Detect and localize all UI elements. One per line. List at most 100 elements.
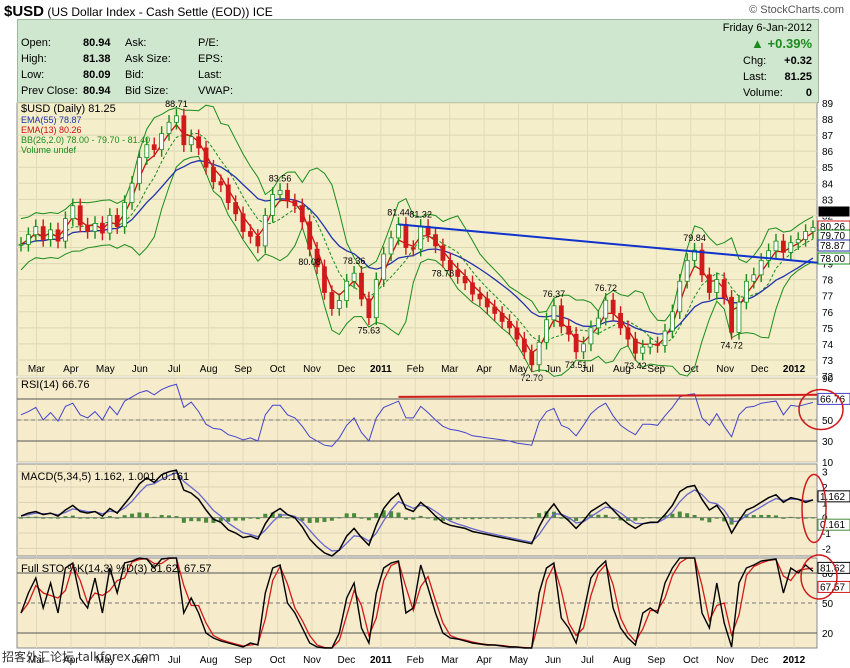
chart-canvas: 727374757677787980818283848586878889MarM… [16, 99, 850, 666]
macd-histogram-bar [677, 511, 682, 518]
last-value-label: 78.87 [820, 241, 845, 252]
price-candle [100, 223, 105, 234]
price-candle [758, 259, 764, 276]
price-x-tick: May [96, 364, 115, 375]
bottom-x-tick: 2012 [783, 655, 806, 666]
price-candle [618, 312, 623, 329]
price-candle [255, 235, 261, 247]
bottom-x-tick: Jul [168, 655, 181, 666]
macd-histogram-bar [19, 517, 23, 519]
price-candle [18, 243, 24, 246]
macd-histogram-bar [463, 517, 468, 519]
price-candle [388, 237, 394, 255]
price-candle [70, 205, 76, 220]
macd-histogram-bar [122, 515, 127, 518]
last-value-label: 78.00 [820, 254, 845, 265]
price-candle [48, 229, 54, 240]
macd-histogram-bar [811, 517, 815, 519]
macd-histogram-bar [403, 517, 408, 520]
bottom-x-tick: Feb [407, 655, 425, 666]
price-candle [640, 346, 646, 354]
rsi-y-tick: 50 [822, 416, 834, 427]
macd-histogram-bar [596, 514, 601, 518]
macd-histogram-bar [374, 512, 379, 518]
watermark: 招客外汇论坛 talkforex.com [2, 650, 161, 664]
macd-histogram-bar [56, 517, 61, 519]
price-x-tick: Dec [751, 364, 769, 375]
price-candle [322, 266, 327, 293]
price-point-label: 76.37 [543, 289, 566, 299]
price-candle [270, 194, 276, 216]
macd-histogram-bar [714, 517, 719, 519]
macd-histogram-bar [85, 517, 90, 519]
price-x-tick: Apr [476, 364, 492, 375]
price-candle [196, 136, 202, 149]
price-x-tick: Sep [234, 364, 252, 375]
price-candle [551, 305, 557, 321]
price-candle [507, 320, 512, 329]
macd-histogram-bar [248, 517, 253, 519]
price-candle [433, 234, 438, 247]
price-x-tick: Dec [338, 364, 356, 375]
bottom-x-tick: Nov [716, 655, 734, 666]
price-candle [77, 205, 83, 226]
macd-histogram-bar [529, 517, 534, 519]
macd-histogram-bar [344, 513, 349, 518]
price-candle [26, 234, 31, 245]
price-y-tick: 88 [822, 115, 834, 126]
macd-histogram-bar [640, 517, 645, 519]
price-y-tick: 86 [822, 147, 834, 158]
bottom-x-tick: Oct [683, 655, 699, 666]
macd-histogram-bar [396, 512, 401, 518]
macd-histogram-bar [33, 516, 38, 518]
macd-histogram-bar [426, 517, 431, 519]
macd-histogram-bar [796, 517, 801, 519]
macd-histogram-bar [692, 514, 697, 518]
price-candle [299, 205, 305, 223]
macd-histogram-bar [500, 517, 505, 519]
macd-histogram-bar [63, 516, 68, 518]
macd-histogram-bar [455, 517, 460, 520]
price-candle [484, 298, 490, 308]
price-candle [736, 301, 742, 333]
price-candle [225, 184, 231, 203]
price-point-label: 78.36 [343, 256, 366, 266]
price-candle [63, 218, 68, 242]
price-candle [462, 276, 468, 284]
price-candle [233, 202, 239, 215]
macd-histogram-bar [100, 517, 105, 520]
macd-histogram-bar [41, 517, 46, 519]
price-point-label: 73.42 [624, 361, 647, 371]
price-point-label: 78.78 [432, 268, 455, 278]
price-y-tick: 85 [822, 163, 834, 174]
price-candle [410, 247, 416, 250]
macd-histogram-bar [470, 517, 475, 520]
price-candle [647, 343, 653, 348]
macd-histogram-bar [159, 514, 164, 518]
price-candle [181, 115, 187, 146]
price-candle [248, 231, 253, 237]
macd-histogram-bar [492, 517, 497, 519]
price-candle [684, 259, 690, 282]
sto-y-tick: 20 [822, 629, 834, 640]
macd-histogram-bar [359, 517, 364, 519]
price-candle [351, 272, 357, 282]
price-point-label: 76.72 [594, 283, 617, 293]
price-candle [166, 121, 172, 134]
price-candle [677, 280, 683, 313]
macd-histogram-bar [107, 516, 112, 518]
price-candle [573, 333, 579, 353]
macd-y-tick: -2 [822, 544, 831, 555]
macd-histogram-bar [670, 513, 675, 518]
price-candle [33, 226, 39, 236]
price-candle [529, 351, 535, 366]
macd-histogram-bar [130, 513, 135, 518]
macd-histogram-bar [315, 517, 320, 523]
price-candle [662, 330, 668, 346]
price-point-label: 81.32 [409, 209, 432, 219]
price-candle [773, 240, 779, 252]
price-candle [780, 240, 786, 253]
macd-histogram-bar [418, 515, 423, 518]
price-point-label: 74.72 [720, 340, 743, 350]
price-y-tick: 78 [822, 276, 834, 287]
